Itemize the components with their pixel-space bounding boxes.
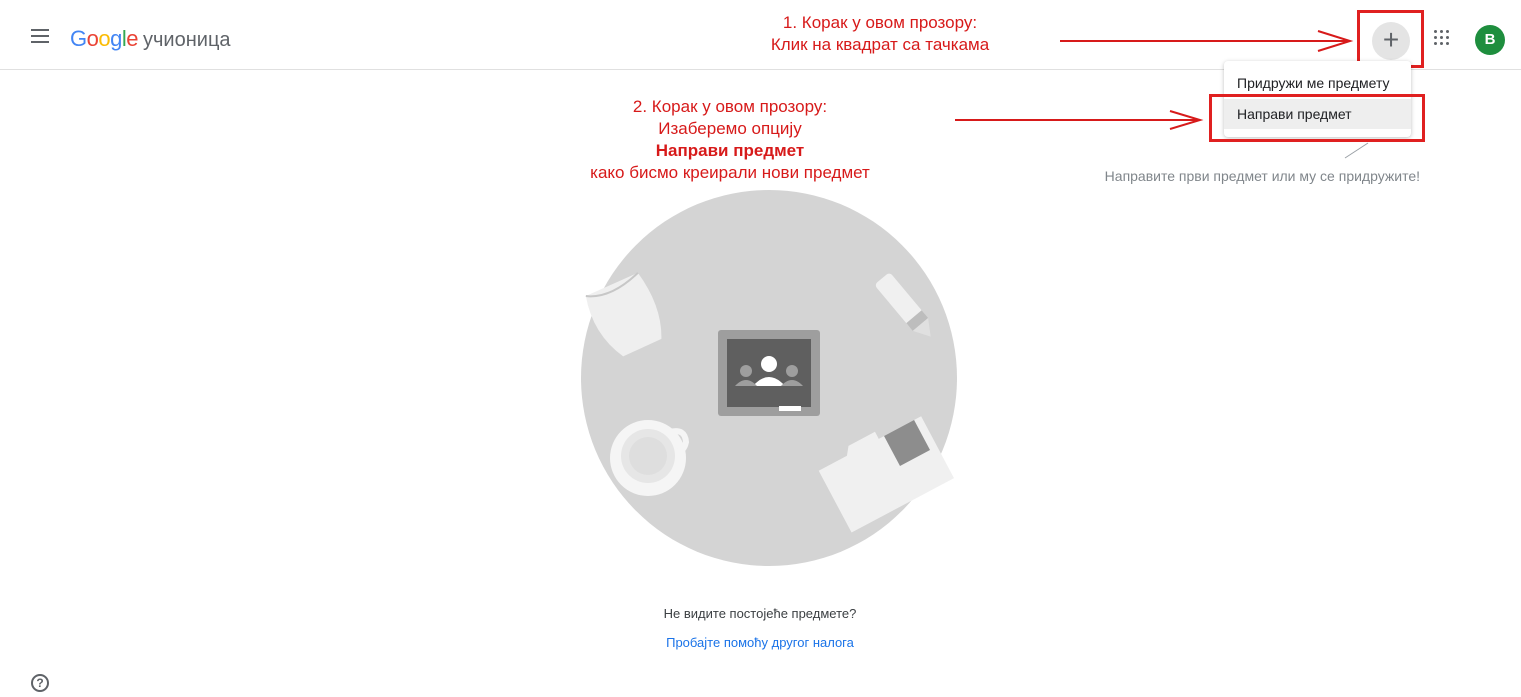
classroom-illustration <box>581 190 957 566</box>
help-icon[interactable]: ? <box>31 674 49 692</box>
coffee-cup-icon <box>610 420 690 496</box>
missing-classes-question: Не видите постојеће предмете? <box>663 606 857 621</box>
try-another-account-link[interactable]: Пробајте помоћу другог налога <box>610 635 910 650</box>
google-classroom-icon <box>718 330 820 416</box>
